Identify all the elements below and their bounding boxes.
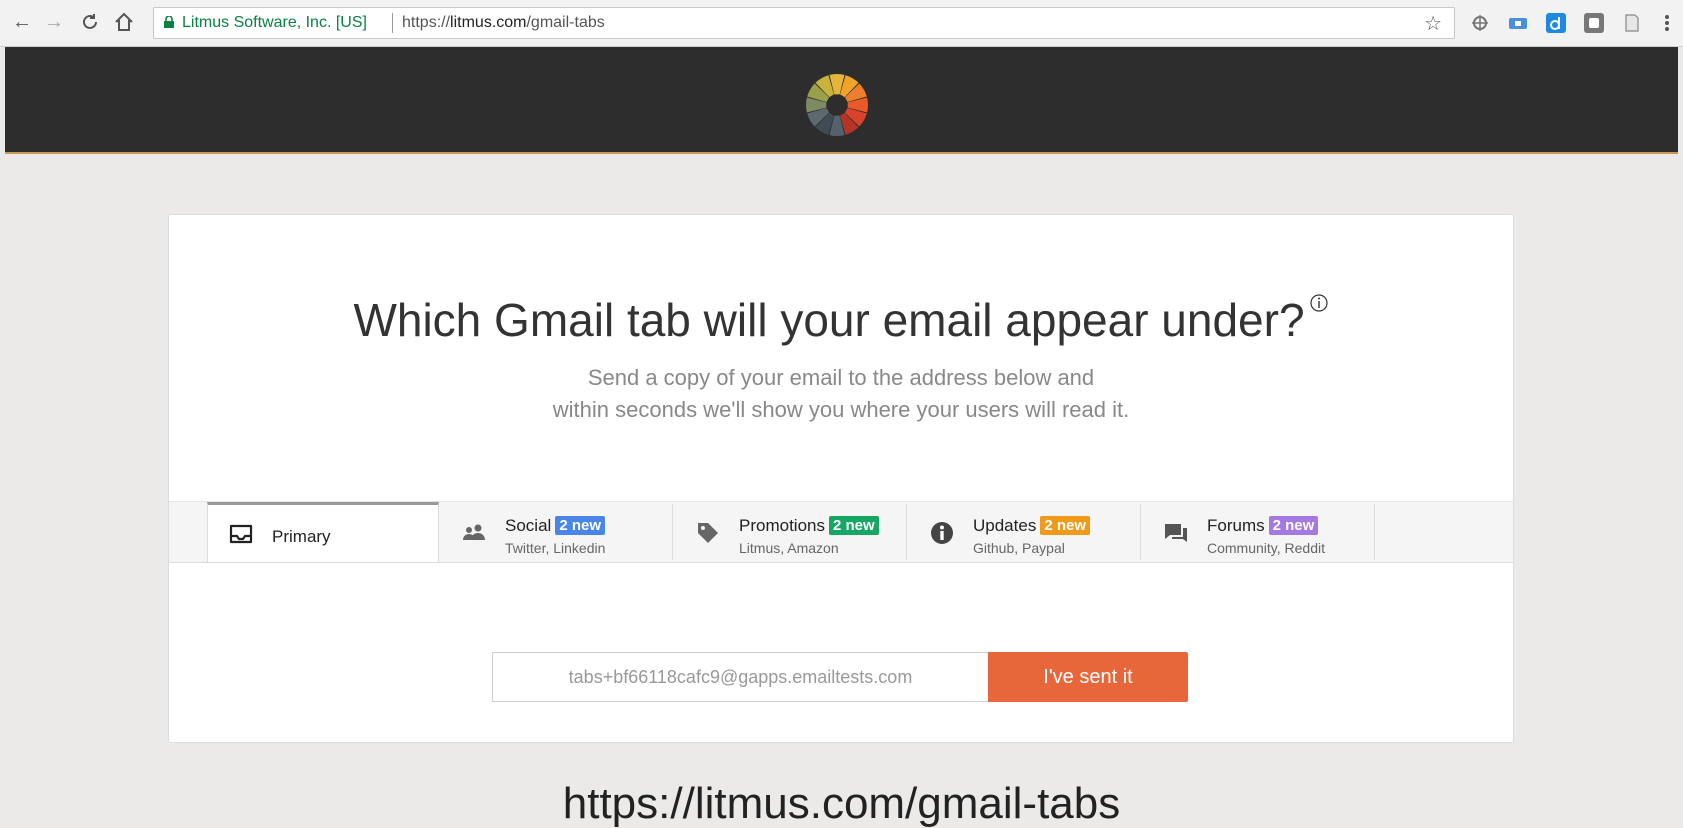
tab-label: Updates 2 new: [973, 516, 1091, 536]
new-count-badge: 2 new: [555, 516, 605, 535]
browser-menu-icon[interactable]: [1664, 13, 1674, 33]
people-icon: [463, 524, 485, 540]
new-count-badge: 2 new: [828, 516, 879, 535]
browser-toolbar: ← → Litmus Software, Inc. [US] https://l…: [0, 0, 1683, 47]
subtitle-line-1: Send a copy of your email to the address…: [587, 365, 1095, 390]
tab-forums[interactable]: Forums 2 new Community, Reddit: [1143, 504, 1375, 560]
gmail-tabs-card: Which Gmail tab will your email appear u…: [168, 214, 1514, 743]
reload-icon[interactable]: [76, 8, 104, 36]
star-icon[interactable]: ☆: [1424, 11, 1442, 36]
tab-senders: Community, Reddit: [1207, 540, 1326, 556]
tab-senders: Twitter, Linkedin: [505, 540, 606, 556]
litmus-logo[interactable]: [804, 72, 870, 138]
forum-icon: [1165, 524, 1187, 542]
tab-updates[interactable]: Updates 2 new Github, Paypal: [909, 504, 1141, 560]
home-icon[interactable]: [110, 8, 138, 36]
info-circle-icon[interactable]: [1309, 293, 1329, 313]
tab-senders: Github, Paypal: [973, 540, 1065, 556]
secure-origin-label: Litmus Software, Inc. [US]: [182, 14, 367, 31]
address-bar[interactable]: Litmus Software, Inc. [US] https://litmu…: [153, 7, 1455, 39]
tag-icon: [698, 523, 718, 543]
page-title: Which Gmail tab will your email appear u…: [169, 293, 1513, 347]
tab-label: Primary: [272, 527, 331, 546]
tab-promotions[interactable]: Promotions 2 new Litmus, Amazon: [675, 504, 907, 560]
tab-label: Promotions 2 new: [739, 516, 879, 536]
tab-primary[interactable]: Primary: [207, 502, 439, 562]
inbox-icon: [229, 524, 253, 544]
extension-card-icon[interactable]: [1508, 13, 1528, 33]
tab-label: Forums 2 new: [1207, 516, 1319, 536]
tab-label: Social 2 new: [505, 516, 605, 536]
url-text: https://litmus.com/gmail-tabs: [402, 14, 605, 31]
tab-social[interactable]: Social 2 new Twitter, Linkedin: [441, 504, 673, 560]
gmail-tab-bar: Primary Social 2 new Twitter, Linkedin Pr…: [169, 501, 1513, 563]
back-arrow-icon[interactable]: ←: [8, 8, 36, 36]
info-icon: [931, 522, 953, 544]
address-separator: [392, 13, 393, 33]
test-email-address-field[interactable]: tabs+bf66118cafc9@gapps.emailtests.com: [492, 652, 988, 702]
extension-page-icon[interactable]: [1622, 13, 1642, 33]
page-url-caption: https://litmus.com/gmail-tabs: [562, 779, 1121, 828]
ive-sent-it-button[interactable]: I've sent it: [988, 652, 1188, 702]
lock-icon: [164, 16, 174, 28]
extension-square-icon[interactable]: [1584, 13, 1604, 33]
extension-d-icon[interactable]: [1546, 13, 1566, 33]
new-count-badge: 2 new: [1040, 516, 1091, 535]
extension-bug-icon[interactable]: [1470, 13, 1490, 33]
tab-senders: Litmus, Amazon: [739, 540, 839, 556]
new-count-badge: 2 new: [1268, 516, 1319, 535]
subtitle-line-2: within seconds we'll show you where your…: [552, 397, 1130, 422]
forward-arrow-icon[interactable]: →: [40, 8, 68, 36]
